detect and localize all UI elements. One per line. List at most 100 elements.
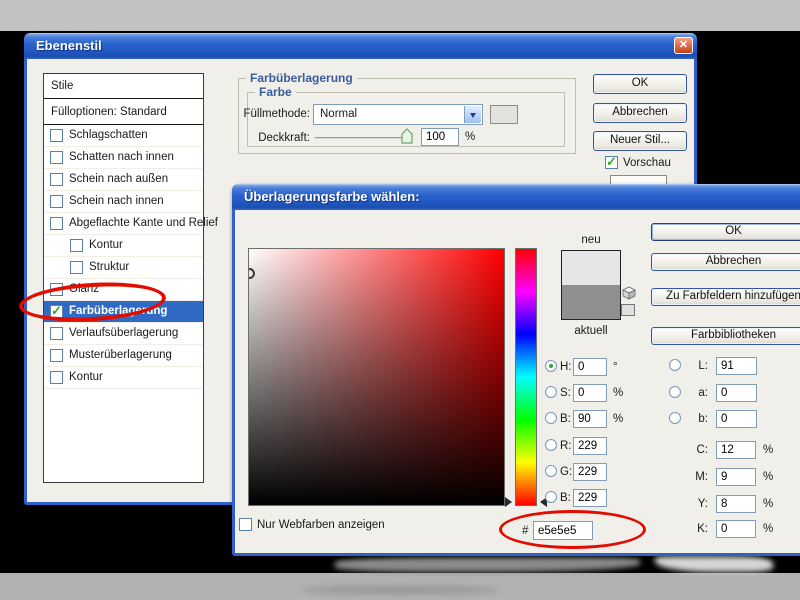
s-input[interactable] — [573, 384, 607, 402]
picker-cancel-button[interactable]: Abbrechen — [651, 253, 800, 271]
hue-arrow-left-icon[interactable] — [505, 497, 512, 507]
r-radio[interactable] — [545, 439, 557, 451]
g-radio[interactable] — [545, 465, 557, 477]
checkbox-icon[interactable] — [50, 349, 63, 362]
add-to-swatches-button[interactable]: Zu Farbfeldern hinzufügen — [651, 288, 800, 306]
l-field-row: L: — [669, 357, 779, 375]
s-field-row: S: % — [545, 384, 640, 402]
sidebar-item-fuelloptionen[interactable]: Fülloptionen: Standard — [44, 99, 203, 125]
styles-list: Stile Fülloptionen: Standard Schlagschat… — [43, 73, 218, 483]
in-gamut-color-swatch[interactable] — [621, 304, 635, 316]
hue-slider[interactable] — [515, 248, 537, 506]
sidebar-item-schein-nach-innen[interactable]: Schein nach innen — [44, 191, 203, 213]
new-current-swatch — [561, 250, 621, 320]
b2-input[interactable] — [573, 489, 607, 507]
sidebar-item-musterueberlagerung[interactable]: Musterüberlagerung — [44, 345, 203, 367]
lab-b-radio[interactable] — [669, 412, 681, 424]
b2-radio[interactable] — [545, 491, 557, 503]
color-picker-titlebar[interactable]: Überlagerungsfarbe wählen: — [232, 184, 800, 210]
sidebar-item-kontur-2[interactable]: Kontur — [44, 367, 203, 389]
a-input[interactable] — [716, 384, 757, 402]
sidebar-item-schlagschatten[interactable]: Schlagschatten — [44, 125, 203, 147]
l-radio[interactable] — [669, 359, 681, 371]
m-field-row: M: % — [669, 468, 779, 486]
color-picker-title: Überlagerungsfarbe wählen: — [244, 189, 420, 204]
s-radio[interactable] — [545, 386, 557, 398]
r-input[interactable] — [573, 437, 607, 455]
b-input[interactable] — [573, 410, 607, 428]
opacity-input[interactable] — [421, 128, 459, 146]
checkbox-icon[interactable] — [50, 195, 63, 208]
new-style-button[interactable]: Neuer Stil... — [593, 131, 687, 151]
color-field-marker-icon[interactable] — [249, 268, 255, 279]
c-field-row: C: % — [669, 441, 779, 459]
sidebar-item-struktur[interactable]: Struktur — [44, 257, 203, 279]
saturation-brightness-field[interactable] — [248, 248, 505, 506]
chevron-down-icon[interactable] — [464, 106, 481, 123]
cancel-button[interactable]: Abbrechen — [593, 103, 687, 123]
top-gray-bar — [0, 0, 800, 31]
a-field-row: a: — [669, 384, 779, 402]
color-overlay-group-label: Farbüberlagerung — [246, 71, 357, 85]
preview-checkbox[interactable] — [605, 154, 618, 170]
sidebar-item-schatten-nach-innen[interactable]: Schatten nach innen — [44, 147, 203, 169]
k-field-row: K: % — [669, 520, 779, 538]
blend-mode-select[interactable]: Normal — [313, 104, 483, 125]
h-field-row: H: ° — [545, 358, 640, 376]
y-field-row: Y: % — [669, 495, 779, 513]
b-field-row: B: % — [545, 410, 640, 428]
web-colors-label: Nur Webfarben anzeigen — [257, 519, 385, 531]
sidebar-item-schein-nach-aussen[interactable]: Schein nach außen — [44, 169, 203, 191]
opacity-label: Deckkraft: — [258, 132, 310, 144]
b-radio[interactable] — [545, 412, 557, 424]
gamut-warning-cube-icon[interactable] — [622, 286, 636, 300]
lab-b-field-row: b: — [669, 410, 779, 428]
blurred-background-shape — [335, 556, 640, 572]
sidebar-item-kontur-1[interactable]: Kontur — [44, 235, 203, 257]
k-input[interactable] — [716, 520, 756, 538]
sidebar-item-stile[interactable]: Stile — [44, 74, 203, 99]
a-radio[interactable] — [669, 386, 681, 398]
opacity-slider-thumb[interactable] — [401, 128, 413, 144]
preview-label: Vorschau — [623, 157, 671, 169]
new-color-label: neu — [581, 234, 601, 246]
overlay-color-swatch[interactable] — [490, 105, 518, 124]
annotation-ellipse-hex-value — [499, 510, 646, 549]
r-field-row: R: — [545, 437, 640, 455]
checkbox-icon[interactable] — [50, 371, 63, 384]
color-group-label: Farbe — [255, 85, 296, 99]
screenshot-root: Ebenenstil ✕ Stile Fülloptionen: Standar… — [0, 0, 800, 600]
c-input[interactable] — [716, 441, 756, 459]
lab-b-input[interactable] — [716, 410, 757, 428]
checkbox-icon[interactable] — [50, 173, 63, 186]
picker-ok-button[interactable]: OK — [651, 223, 800, 241]
opacity-unit: % — [465, 131, 476, 143]
checkbox-icon[interactable] — [70, 239, 83, 252]
web-colors-checkbox[interactable] — [239, 518, 252, 531]
h-input[interactable] — [573, 358, 607, 376]
sidebar-item-abgeflachte-kante[interactable]: Abgeflachte Kante und Relief — [44, 213, 218, 235]
blend-mode-value: Normal — [320, 108, 358, 120]
close-icon[interactable]: ✕ — [674, 37, 693, 54]
opacity-slider-track[interactable] — [315, 137, 412, 139]
current-color-swatch — [562, 285, 620, 319]
blurred-background-shape — [300, 585, 500, 595]
new-color-swatch — [562, 251, 620, 285]
checkbox-icon[interactable] — [50, 129, 63, 142]
layer-style-titlebar[interactable]: Ebenenstil — [24, 33, 697, 59]
checkbox-icon[interactable] — [50, 327, 63, 340]
y-input[interactable] — [716, 495, 756, 513]
m-input[interactable] — [716, 468, 756, 486]
checkbox-icon[interactable] — [70, 261, 83, 274]
g-field-row: G: — [545, 463, 640, 481]
sidebar-item-verlaufsueberlagerung[interactable]: Verlaufsüberlagerung — [44, 323, 203, 345]
checkbox-icon[interactable] — [50, 217, 63, 230]
checkbox-icon[interactable] — [50, 151, 63, 164]
current-color-label: aktuell — [574, 325, 608, 337]
g-input[interactable] — [573, 463, 607, 481]
blend-mode-label: Füllmethode: — [243, 108, 310, 120]
ok-button[interactable]: OK — [593, 74, 687, 94]
color-libraries-button[interactable]: Farbbibliotheken — [651, 327, 800, 345]
h-radio[interactable] — [545, 360, 557, 372]
l-input[interactable] — [716, 357, 757, 375]
